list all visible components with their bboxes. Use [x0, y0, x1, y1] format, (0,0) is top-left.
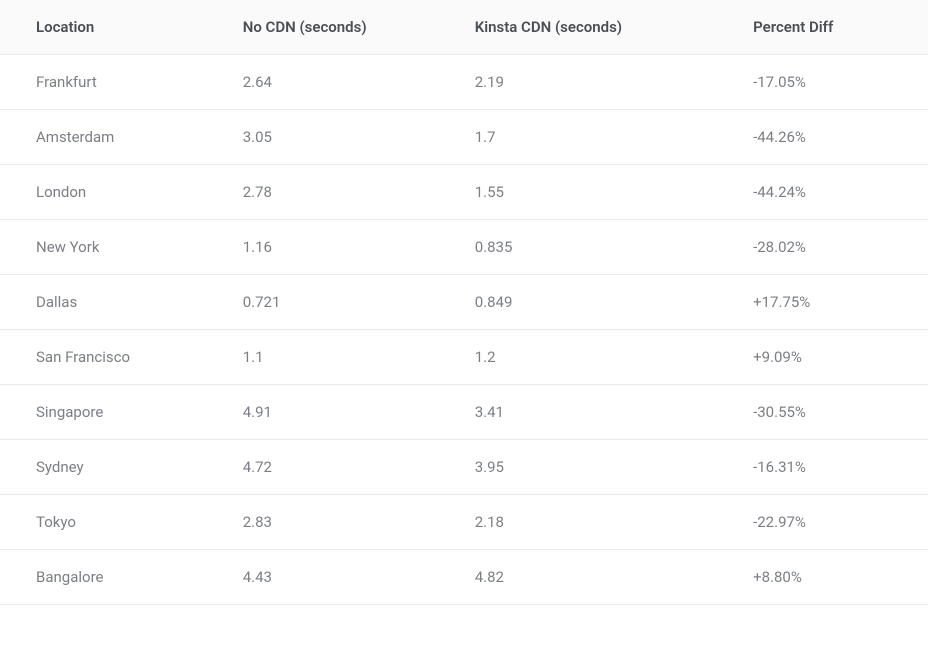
cell-percent-diff: -28.02% [733, 220, 928, 275]
table-row: Sydney 4.72 3.95 -16.31% [0, 440, 928, 495]
cell-kinsta-cdn: 0.849 [455, 275, 733, 330]
cell-percent-diff: -17.05% [733, 55, 928, 110]
cell-percent-diff: -44.26% [733, 110, 928, 165]
table-header: Location No CDN (seconds) Kinsta CDN (se… [0, 0, 928, 55]
cell-percent-diff: +9.09% [733, 330, 928, 385]
table-row: Frankfurt 2.64 2.19 -17.05% [0, 55, 928, 110]
cell-location: Frankfurt [0, 55, 223, 110]
cell-kinsta-cdn: 3.41 [455, 385, 733, 440]
cdn-comparison-table: Location No CDN (seconds) Kinsta CDN (se… [0, 0, 928, 605]
header-percent-diff: Percent Diff [733, 0, 928, 55]
cell-no-cdn: 4.43 [223, 550, 455, 605]
header-kinsta-cdn: Kinsta CDN (seconds) [455, 0, 733, 55]
cell-kinsta-cdn: 2.18 [455, 495, 733, 550]
cell-kinsta-cdn: 3.95 [455, 440, 733, 495]
cell-no-cdn: 2.83 [223, 495, 455, 550]
header-no-cdn: No CDN (seconds) [223, 0, 455, 55]
cell-kinsta-cdn: 1.7 [455, 110, 733, 165]
cell-no-cdn: 3.05 [223, 110, 455, 165]
table-row: Bangalore 4.43 4.82 +8.80% [0, 550, 928, 605]
table-body: Frankfurt 2.64 2.19 -17.05% Amsterdam 3.… [0, 55, 928, 605]
cell-no-cdn: 4.91 [223, 385, 455, 440]
header-location: Location [0, 0, 223, 55]
cell-kinsta-cdn: 4.82 [455, 550, 733, 605]
cell-location: London [0, 165, 223, 220]
cell-location: Dallas [0, 275, 223, 330]
cell-kinsta-cdn: 1.2 [455, 330, 733, 385]
table-row: New York 1.16 0.835 -28.02% [0, 220, 928, 275]
cell-percent-diff: +8.80% [733, 550, 928, 605]
table-row: San Francisco 1.1 1.2 +9.09% [0, 330, 928, 385]
cell-no-cdn: 0.721 [223, 275, 455, 330]
cell-no-cdn: 1.16 [223, 220, 455, 275]
cell-no-cdn: 4.72 [223, 440, 455, 495]
table-row: Tokyo 2.83 2.18 -22.97% [0, 495, 928, 550]
table-row: Dallas 0.721 0.849 +17.75% [0, 275, 928, 330]
cell-percent-diff: +17.75% [733, 275, 928, 330]
cell-kinsta-cdn: 2.19 [455, 55, 733, 110]
cell-no-cdn: 2.64 [223, 55, 455, 110]
table-row: Singapore 4.91 3.41 -30.55% [0, 385, 928, 440]
cell-percent-diff: -16.31% [733, 440, 928, 495]
cell-kinsta-cdn: 0.835 [455, 220, 733, 275]
cell-location: San Francisco [0, 330, 223, 385]
cell-no-cdn: 2.78 [223, 165, 455, 220]
cell-location: Singapore [0, 385, 223, 440]
cell-no-cdn: 1.1 [223, 330, 455, 385]
cell-percent-diff: -44.24% [733, 165, 928, 220]
cell-location: Bangalore [0, 550, 223, 605]
cell-kinsta-cdn: 1.55 [455, 165, 733, 220]
table-row: Amsterdam 3.05 1.7 -44.26% [0, 110, 928, 165]
cell-location: Amsterdam [0, 110, 223, 165]
cell-percent-diff: -22.97% [733, 495, 928, 550]
cell-percent-diff: -30.55% [733, 385, 928, 440]
cell-location: Sydney [0, 440, 223, 495]
table-row: London 2.78 1.55 -44.24% [0, 165, 928, 220]
cell-location: New York [0, 220, 223, 275]
cell-location: Tokyo [0, 495, 223, 550]
